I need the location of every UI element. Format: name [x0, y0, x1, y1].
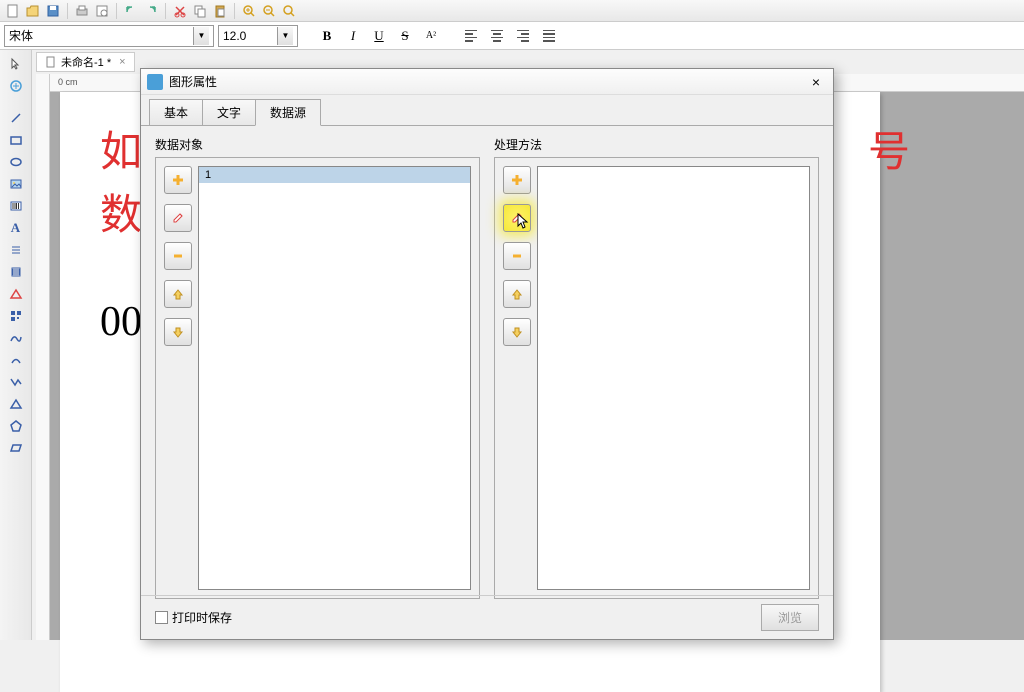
qr-tool-icon[interactable] — [4, 306, 28, 326]
redo-icon[interactable] — [142, 2, 160, 20]
zoom-out-icon[interactable] — [260, 2, 278, 20]
separator — [234, 3, 235, 19]
side-char: 号 — [868, 122, 910, 185]
italic-button[interactable]: I — [342, 25, 364, 47]
data-object-list[interactable]: 1 — [198, 166, 471, 590]
dialog-app-icon — [147, 74, 163, 90]
arc-tool-icon[interactable] — [4, 350, 28, 370]
undo-icon[interactable] — [122, 2, 140, 20]
triangle-tool-icon[interactable] — [4, 284, 28, 304]
save-on-print-checkbox[interactable]: 打印时保存 — [155, 609, 232, 626]
text-tool-icon[interactable]: A — [4, 218, 28, 238]
font-size-value: 12.0 — [223, 29, 246, 43]
tab-close-icon[interactable]: × — [119, 56, 125, 68]
image-tool-icon[interactable] — [4, 174, 28, 194]
save-icon[interactable] — [44, 2, 62, 20]
document-tab[interactable]: 未命名-1 * × — [36, 52, 135, 72]
curve-tool-icon[interactable] — [4, 328, 28, 348]
checkbox-icon — [155, 611, 168, 624]
rect-tool-icon[interactable] — [4, 130, 28, 150]
remove-button[interactable] — [503, 242, 531, 270]
checkbox-label: 打印时保存 — [172, 609, 232, 626]
edit-button[interactable] — [164, 204, 192, 232]
new-icon[interactable] — [4, 2, 22, 20]
doc-icon — [45, 56, 57, 68]
separator — [67, 3, 68, 19]
open-icon[interactable] — [24, 2, 42, 20]
process-method-panel: 处理方法 — [494, 136, 819, 599]
vertical-ruler — [36, 74, 50, 640]
format-toolbar: 宋体 ▼ 12.0 ▼ B I U S A² — [0, 22, 1024, 50]
polyline-tool-icon[interactable] — [4, 372, 28, 392]
font-size-select[interactable]: 12.0 ▼ — [218, 25, 298, 47]
process-method-label: 处理方法 — [494, 136, 819, 153]
bold-button[interactable]: B — [316, 25, 338, 47]
cut-icon[interactable] — [171, 2, 189, 20]
dialog-title-text: 图形属性 — [169, 73, 217, 90]
pan-tool-icon[interactable] — [4, 76, 28, 96]
dropdown-arrow-icon: ▼ — [193, 27, 209, 45]
barcode-tool-icon[interactable] — [4, 196, 28, 216]
align-left-icon[interactable] — [460, 25, 482, 47]
list-tool-icon[interactable] — [4, 240, 28, 260]
move-up-button[interactable] — [503, 280, 531, 308]
barcode2-tool-icon[interactable] — [4, 262, 28, 282]
add-button[interactable] — [164, 166, 192, 194]
tab-label: 未命名-1 * — [61, 54, 111, 70]
tab-datasource[interactable]: 数据源 — [255, 99, 321, 126]
align-justify-icon[interactable] — [538, 25, 560, 47]
separator — [116, 3, 117, 19]
line-tool-icon[interactable] — [4, 108, 28, 128]
underline-button[interactable]: U — [368, 25, 390, 47]
preview-icon[interactable] — [93, 2, 111, 20]
zoom-fit-icon[interactable] — [280, 2, 298, 20]
strike-button[interactable]: S — [394, 25, 416, 47]
font-name-value: 宋体 — [9, 27, 33, 44]
dialog-footer: 打印时保存 浏览 — [141, 595, 833, 639]
separator — [165, 3, 166, 19]
align-right-icon[interactable] — [512, 25, 534, 47]
copy-icon[interactable] — [191, 2, 209, 20]
edit-button[interactable] — [503, 204, 531, 232]
process-method-list[interactable] — [537, 166, 810, 590]
align-center-icon[interactable] — [486, 25, 508, 47]
pentagon-tool-icon[interactable] — [4, 416, 28, 436]
main-toolbar — [0, 0, 1024, 22]
dialog-titlebar[interactable]: 图形属性 × — [141, 69, 833, 95]
ellipse-tool-icon[interactable] — [4, 152, 28, 172]
move-down-button[interactable] — [503, 318, 531, 346]
parallelogram-tool-icon[interactable] — [4, 438, 28, 458]
zoom-in-icon[interactable] — [240, 2, 258, 20]
tool-palette: A — [0, 50, 32, 640]
tab-basic[interactable]: 基本 — [149, 99, 203, 125]
data-object-panel: 数据对象 1 — [155, 136, 480, 599]
add-button[interactable] — [503, 166, 531, 194]
browse-button[interactable]: 浏览 — [761, 604, 819, 631]
remove-button[interactable] — [164, 242, 192, 270]
font-family-select[interactable]: 宋体 ▼ — [4, 25, 214, 47]
dialog-close-button[interactable]: × — [805, 73, 827, 91]
superscript-button[interactable]: A² — [420, 25, 442, 47]
list-item[interactable]: 1 — [199, 167, 470, 183]
move-down-button[interactable] — [164, 318, 192, 346]
dropdown-arrow-icon: ▼ — [277, 27, 293, 45]
select-tool-icon[interactable] — [4, 54, 28, 74]
print-icon[interactable] — [73, 2, 91, 20]
data-object-label: 数据对象 — [155, 136, 480, 153]
properties-dialog: 图形属性 × 基本 文字 数据源 数据对象 1 — [140, 68, 834, 640]
dialog-body: 数据对象 1 处理方法 — [141, 126, 833, 609]
move-up-button[interactable] — [164, 280, 192, 308]
dialog-tab-strip: 基本 文字 数据源 — [141, 95, 833, 126]
paste-icon[interactable] — [211, 2, 229, 20]
triangle2-tool-icon[interactable] — [4, 394, 28, 414]
tab-text[interactable]: 文字 — [202, 99, 256, 125]
